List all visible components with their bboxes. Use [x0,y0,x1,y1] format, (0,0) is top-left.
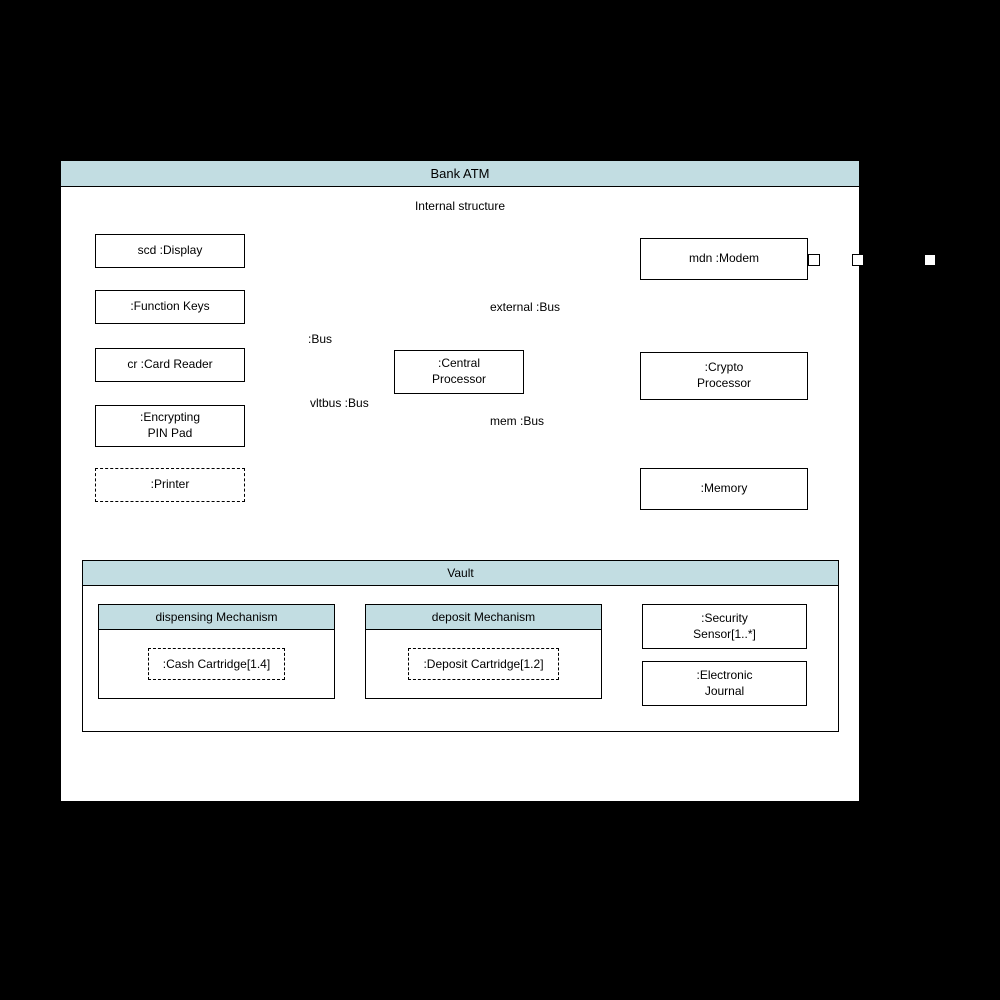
modem-box: mdn :Modem [640,238,808,280]
memory-box: :Memory [640,468,808,510]
external-port [924,254,936,266]
modem-port-2 [852,254,864,266]
deposit-mechanism: deposit Mechanism :Deposit Cartridge[1.2… [365,604,602,699]
diagram-canvas: Bank ATM Internal structure scd :Display… [0,0,1000,1000]
modem-port-1 [808,254,820,266]
card-reader-box: cr :Card Reader [95,348,245,382]
central-processor-box: :Central Processor [394,350,524,394]
dispensing-mechanism: dispensing Mechanism :Cash Cartridge[1.4… [98,604,335,699]
vault-title: Vault [83,561,838,586]
vltbus-label: vltbus :Bus [310,396,369,410]
frame-subtitle: Internal structure [61,199,859,213]
security-sensor-box: :Security Sensor[1..*] [642,604,807,649]
pin-pad-box: :Encrypting PIN Pad [95,405,245,447]
cash-cartridge: :Cash Cartridge[1.4] [148,648,285,680]
vault-right-column: :Security Sensor[1..*] :Electronic Journ… [642,604,807,706]
deposit-title: deposit Mechanism [366,605,601,630]
deposit-cartridge: :Deposit Cartridge[1.2] [408,648,558,680]
function-keys-box: :Function Keys [95,290,245,324]
vault-frame: Vault dispensing Mechanism :Cash Cartrid… [82,560,839,732]
external-bus-label: external :Bus [490,300,560,314]
display-box: scd :Display [95,234,245,268]
printer-box: :Printer [95,468,245,502]
dispensing-title: dispensing Mechanism [99,605,334,630]
bus-label: :Bus [308,332,332,346]
frame-title: Bank ATM [61,161,859,187]
mem-bus-label: mem :Bus [490,414,544,428]
electronic-journal-box: :Electronic Journal [642,661,807,706]
crypto-processor-box: :Crypto Processor [640,352,808,400]
vault-body: dispensing Mechanism :Cash Cartridge[1.4… [83,586,838,731]
